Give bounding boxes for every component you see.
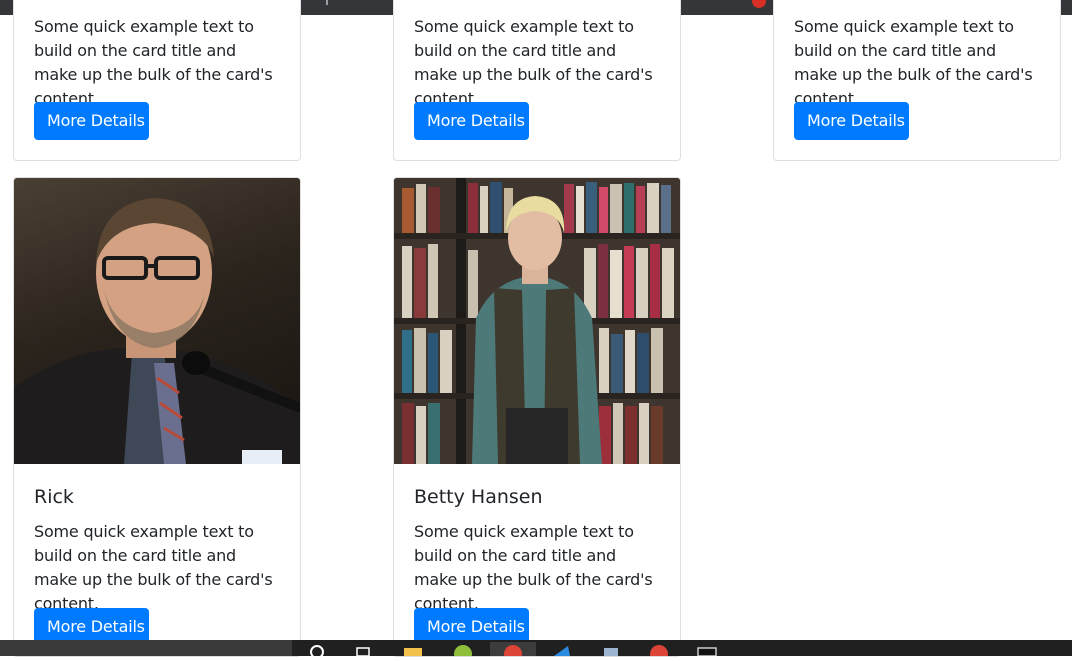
card: Some quick example text to build on the … [773,0,1061,161]
taskbar-search-box[interactable] [0,640,292,656]
file-explorer-icon[interactable] [402,642,424,656]
card-text: Some quick example text to build on the … [34,17,273,108]
search-icon[interactable] [306,642,328,659]
chrome-icon[interactable] [648,642,670,661]
terminal-icon[interactable] [696,642,718,657]
portrait-photo [394,178,680,464]
card-text: Some quick example text to build on the … [414,522,653,613]
vscode-icon[interactable] [550,642,572,656]
more-details-button[interactable]: More Details [34,102,149,140]
task-view-icon[interactable] [352,642,374,657]
more-details-button[interactable]: More Details [414,102,529,140]
card-title: Betty Hansen [414,486,543,508]
card-rick: Rick Some quick example text to build on… [13,177,301,657]
card-text: Some quick example text to build on the … [794,17,1033,108]
chrome-icon[interactable] [490,642,536,661]
card-betty-hansen: Betty Hansen Some quick example text to … [393,177,681,657]
portrait-photo-illustration [14,198,300,464]
portrait-photo-illustration [394,178,680,464]
card: Some quick example text to build on the … [393,0,681,161]
more-details-button[interactable]: More Details [794,102,909,140]
card-text: Some quick example text to build on the … [414,17,653,108]
tab-separator [326,0,328,5]
favicon-icon[interactable] [752,0,766,8]
card: Some quick example text to build on the … [13,0,301,161]
app-icon[interactable] [600,642,622,656]
taskbar [0,640,1072,661]
app-icon[interactable] [452,642,474,661]
card-title: Rick [34,486,74,508]
card-text: Some quick example text to build on the … [34,522,273,613]
portrait-photo [14,178,300,464]
